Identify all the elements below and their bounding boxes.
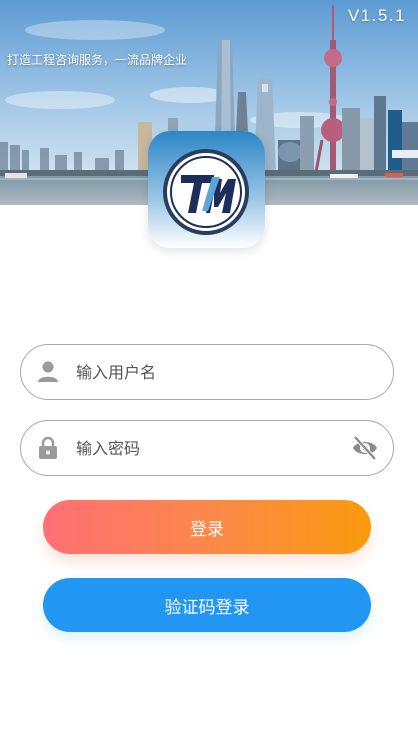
user-icon: [38, 361, 58, 382]
app-slogan: 打造工程咨询服务，一流品牌企业: [7, 53, 188, 67]
lock-icon: [39, 436, 57, 459]
app-logo: [148, 131, 265, 248]
company-logo-icon: [148, 131, 265, 248]
password-field[interactable]: [20, 420, 394, 476]
code-login-button[interactable]: 验证码登录: [43, 578, 371, 632]
username-field[interactable]: [20, 344, 394, 400]
password-input[interactable]: [76, 431, 346, 465]
username-input[interactable]: [76, 355, 346, 389]
app-version: V1.5.1: [347, 6, 406, 25]
eye-off-icon[interactable]: [351, 435, 379, 461]
login-button[interactable]: 登录: [43, 500, 371, 554]
